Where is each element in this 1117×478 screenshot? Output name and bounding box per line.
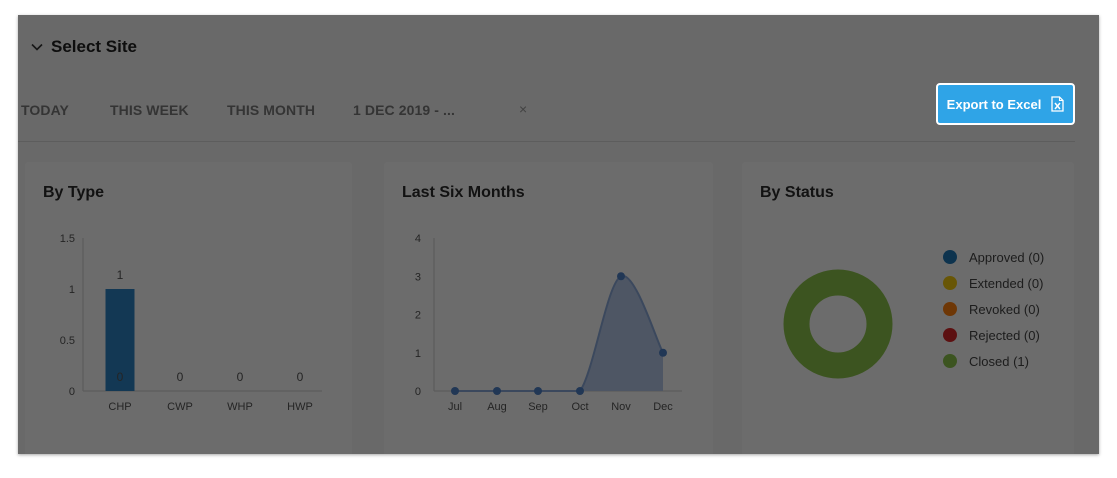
- legend-dot: [943, 302, 957, 316]
- data-label: 0: [177, 370, 184, 384]
- y-tick-label: 0: [415, 386, 421, 398]
- select-site-label: Select Site: [51, 37, 137, 56]
- legend-item-revoked[interactable]: Revoked (0): [943, 296, 1044, 322]
- legend-label: Closed (1): [969, 353, 1029, 369]
- export-button-label: Export to Excel: [946, 96, 1042, 112]
- point-jul: [451, 387, 459, 395]
- legend-item-closed[interactable]: Closed (1): [943, 348, 1044, 374]
- chevron-down-icon: [31, 43, 43, 51]
- y-tick-label: 2: [415, 310, 421, 322]
- clear-range-icon[interactable]: ×: [519, 101, 527, 117]
- legend-item-approved[interactable]: Approved (0): [943, 244, 1044, 270]
- y-tick-label: 3: [415, 271, 421, 283]
- filter-divider: [18, 141, 1075, 142]
- export-to-excel-button[interactable]: Export to Excel: [936, 83, 1075, 125]
- x-tick-label: Jul: [448, 401, 462, 413]
- tab-today[interactable]: TODAY: [21, 102, 69, 118]
- y-tick-label: 1: [415, 348, 421, 360]
- by-type-chart: 0 0.5 1 1.5 1 0 0 0 0 CHP CWP WHP HWP: [60, 233, 322, 413]
- legend-item-extended[interactable]: Extended (0): [943, 270, 1044, 296]
- point-oct: [576, 387, 584, 395]
- tab-this-week[interactable]: THIS WEEK: [110, 102, 189, 118]
- legend-label: Approved (0): [969, 249, 1045, 265]
- y-tick-label: 4: [415, 233, 421, 245]
- legend-item-rejected[interactable]: Rejected (0): [943, 322, 1044, 348]
- slice-closed: [783, 269, 893, 379]
- y-tick-label: 1: [69, 284, 75, 296]
- by-status-card: By Status Approved (0) Extended (0) Revo…: [742, 162, 1074, 454]
- last-six-months-card: Last Six Months 01234 Jul Aug Sep Oct Nov Dec: [384, 162, 713, 454]
- y-tick-label: 0: [69, 386, 75, 398]
- point-dec: [659, 348, 667, 357]
- point-sep: [534, 387, 542, 395]
- tab-custom-range[interactable]: 1 DEC 2019 - ...: [353, 102, 455, 118]
- x-tick-label: Nov: [611, 401, 631, 413]
- x-tick-label: Dec: [653, 401, 673, 413]
- x-tick-label: Oct: [571, 401, 588, 413]
- x-tick-label: WHP: [227, 401, 253, 413]
- legend-dot: [943, 328, 957, 342]
- legend-label: Revoked (0): [969, 301, 1040, 317]
- x-tick-label: HWP: [287, 401, 313, 413]
- x-tick-label: Aug: [487, 401, 507, 413]
- last-six-months-chart: 0 1 2 3 4 Jul Aug Sep Oct Nov Dec: [415, 233, 682, 413]
- data-label-inner: 0: [117, 370, 124, 384]
- x-tick-label: CWP: [167, 401, 193, 413]
- excel-file-icon: [1051, 96, 1064, 112]
- legend-dot: [943, 276, 957, 290]
- legend-dot: [943, 250, 957, 264]
- tab-this-month[interactable]: THIS MONTH: [227, 102, 315, 118]
- legend-label: Rejected (0): [969, 327, 1040, 343]
- months-area: [455, 275, 663, 391]
- by-status-donut: [783, 269, 893, 379]
- y-tick-label: 0.5: [60, 335, 75, 347]
- x-tick-label: Sep: [528, 401, 548, 413]
- select-site-toggle[interactable]: Select Site: [30, 37, 137, 57]
- data-label: 0: [297, 370, 304, 384]
- data-label: 0: [237, 370, 244, 384]
- legend-dot: [943, 354, 957, 368]
- by-type-card: By Type 0 0.5 1 1.5 10000 CHP CWP WHP HWP: [25, 162, 352, 454]
- point-nov: [617, 272, 625, 281]
- dashboard-panel: Select Site TODAY THIS WEEK THIS MONTH 1…: [18, 15, 1099, 454]
- data-label: 1: [117, 268, 124, 282]
- legend-label: Extended (0): [969, 275, 1044, 291]
- filter-bar: Select Site TODAY THIS WEEK THIS MONTH 1…: [18, 15, 1099, 145]
- y-tick-label: 1.5: [60, 233, 75, 245]
- point-aug: [493, 387, 501, 395]
- x-tick-label: CHP: [108, 401, 131, 413]
- status-legend: Approved (0) Extended (0) Revoked (0) Re…: [943, 244, 1044, 374]
